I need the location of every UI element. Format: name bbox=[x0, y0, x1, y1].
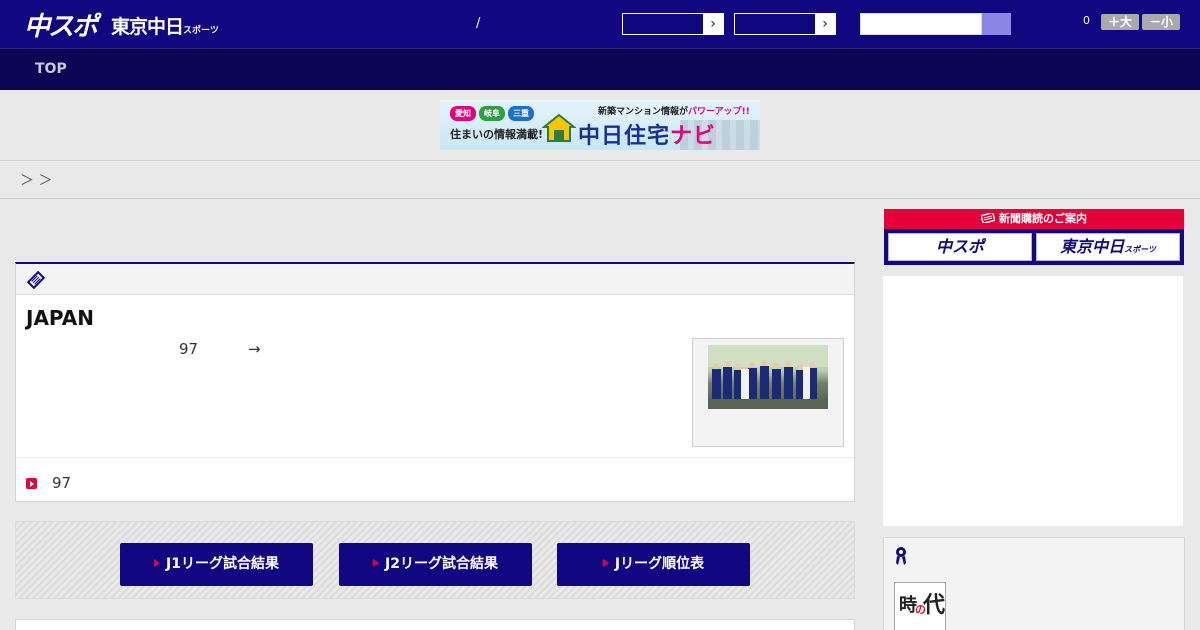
logo-sub-small: スポーツ bbox=[183, 26, 219, 36]
nav-item-top[interactable]: TOP bbox=[35, 61, 67, 77]
article-text: 97 bbox=[179, 340, 199, 358]
banner-top-plain: 新築マンション情報が bbox=[598, 107, 689, 117]
chevron-right-icon: › bbox=[815, 14, 835, 34]
category-select-1[interactable]: › bbox=[622, 13, 724, 35]
newspaper-icon bbox=[980, 211, 996, 225]
header-separator: / bbox=[476, 16, 481, 31]
logo-sub-text: 東京中日 bbox=[111, 16, 184, 38]
related-link[interactable]: 97 bbox=[52, 474, 71, 492]
breadcrumb: ＞ ＞ bbox=[20, 173, 53, 189]
article-title[interactable]: JAPAN bbox=[26, 306, 94, 330]
banner-tag-aichi: 愛知 bbox=[450, 106, 476, 121]
house-icon bbox=[542, 113, 576, 142]
ad-slot[interactable] bbox=[883, 276, 1183, 526]
banner-tag-mie: 三重 bbox=[508, 106, 534, 121]
tokyo-chunichi-logo[interactable]: 東京中日スポーツ bbox=[111, 12, 219, 39]
header-bar: 中スポ 東京中日スポーツ / › › 0 ＋大 －小 bbox=[0, 0, 1200, 48]
subscription-box: 新聞購読のご案内 中スポ 東京中日スポーツ bbox=[884, 209, 1184, 265]
j2-results-label: J2リーグ試合結果 bbox=[385, 556, 498, 572]
league-links: J1リーグ試合結果 J2リーグ試合結果 Jリーグ順位表 bbox=[15, 521, 855, 599]
article-thumbnail-frame[interactable] bbox=[692, 338, 844, 447]
housing-navi-banner[interactable]: 愛知 岐阜 三重 住まいの情報満載! 新築マンション情報がパワーアップ!! 中日… bbox=[440, 100, 760, 150]
chevron-right-icon: › bbox=[703, 14, 723, 34]
ranking-box: 時 の 代 bbox=[883, 537, 1185, 630]
j-league-standings-button[interactable]: Jリーグ順位表 bbox=[557, 543, 750, 586]
video-play-icon bbox=[26, 478, 37, 489]
ribbon-icon bbox=[896, 547, 906, 565]
category-select-2[interactable]: › bbox=[734, 13, 836, 35]
subscription-title: 新聞購読のご案内 bbox=[999, 212, 1087, 225]
subscribe-right-small: スポーツ bbox=[1124, 245, 1156, 254]
font-decrease-button[interactable]: －小 bbox=[1142, 14, 1180, 30]
banner-brand: 中日住宅ナビ bbox=[578, 118, 716, 150]
divider bbox=[16, 457, 854, 458]
subscription-header: 新聞購読のご案内 bbox=[884, 209, 1184, 229]
j2-results-button[interactable]: J2リーグ試合結果 bbox=[339, 543, 532, 586]
subscribe-chuspo-button[interactable]: 中スポ bbox=[888, 233, 1032, 261]
banner-tag-gifu: 岐阜 bbox=[479, 106, 505, 121]
chuspo-logo[interactable]: 中スポ bbox=[24, 6, 98, 43]
card-header bbox=[16, 264, 854, 295]
team-photo bbox=[708, 345, 828, 409]
next-card bbox=[15, 619, 855, 630]
j1-results-label: J1リーグ試合結果 bbox=[166, 556, 279, 572]
font-increase-button[interactable]: ＋大 bbox=[1101, 14, 1139, 30]
banner-brand-highlight: ナビ bbox=[670, 124, 717, 149]
article-thumbnail bbox=[708, 345, 828, 409]
triangle-right-icon bbox=[373, 559, 380, 567]
font-size-count: 0 bbox=[1083, 14, 1090, 27]
j1-results-button[interactable]: J1リーグ試合結果 bbox=[120, 543, 313, 586]
banner-top-text: 新築マンション情報がパワーアップ!! bbox=[598, 104, 750, 117]
search-button[interactable] bbox=[982, 13, 1011, 35]
divider bbox=[0, 198, 1200, 199]
subscribe-tokyo-chunichi-button[interactable]: 東京中日スポーツ bbox=[1036, 233, 1180, 261]
standings-label: Jリーグ順位表 bbox=[614, 556, 705, 572]
banner-top-highlight: パワーアップ!! bbox=[688, 107, 750, 117]
banner-brand-text: 中日住宅 bbox=[578, 124, 671, 149]
triangle-right-icon bbox=[602, 559, 609, 567]
triangle-right-icon bbox=[154, 559, 161, 567]
arrow-right-icon: → bbox=[248, 340, 261, 358]
ranking-thumbnail[interactable]: 時 の 代 bbox=[894, 582, 946, 630]
rank-thumb-char-3: 代 bbox=[923, 592, 946, 618]
banner-tagline: 住まいの情報満載! bbox=[450, 128, 544, 141]
divider bbox=[0, 160, 1200, 161]
article-card: JAPAN 97 → 97 bbox=[15, 262, 855, 502]
search-input[interactable] bbox=[860, 13, 982, 35]
nav-bar: TOP bbox=[0, 48, 1200, 90]
subscribe-right-text: 東京中日 bbox=[1060, 237, 1125, 256]
ticket-icon bbox=[26, 270, 46, 290]
